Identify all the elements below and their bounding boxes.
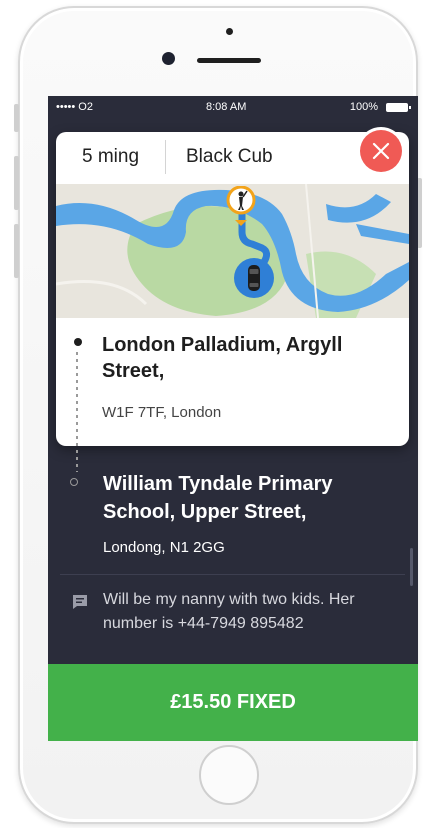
route-connector [76, 352, 78, 472]
volume-up-button [14, 156, 19, 210]
pickup-address: London Palladium, Argyll Street, [102, 334, 343, 382]
message-icon [73, 595, 87, 609]
route-map[interactable] [56, 184, 409, 318]
status-bar: ••••• O2 8:08 AM 100% [48, 96, 418, 118]
car-type-label[interactable]: Black Cub [186, 146, 273, 168]
pickup-dot [74, 338, 82, 346]
battery-percent: 100% [349, 101, 378, 113]
header-divider [165, 140, 166, 174]
destination-postcode: Londong, N1 2GG [103, 539, 225, 556]
pickup-postcode: W1F 7TF, London [102, 404, 222, 421]
destination-dot [70, 478, 78, 486]
battery-icon [386, 103, 411, 112]
eta-label: 5 ming [82, 146, 140, 167]
earpiece-speaker [197, 58, 261, 63]
close-icon [372, 142, 390, 160]
passenger-pin-icon [226, 186, 256, 226]
home-button[interactable] [199, 745, 259, 805]
close-button[interactable] [360, 130, 402, 172]
card-header: 5 ming Black Cub [56, 132, 409, 184]
trip-card: 5 ming Black Cub London Palladium, Argyl… [56, 132, 409, 446]
fixed-price-button[interactable]: £15.50 FIXED [48, 664, 418, 741]
front-camera [162, 52, 175, 65]
scrollbar[interactable] [410, 548, 413, 586]
phone-screen: ••••• O2 8:08 AM 100% 5 ming Black Cub L… [48, 96, 418, 741]
section-divider [60, 574, 405, 575]
destination-address: William Tyndale Primary School, Upper St… [103, 473, 333, 523]
sensor-dot [226, 28, 233, 35]
volume-down-button [14, 224, 19, 278]
mute-switch [14, 104, 19, 132]
clock: 8:08 AM [206, 101, 247, 113]
driver-note: Will be my nanny with two kids. Her numb… [103, 591, 355, 632]
carrier-label: ••••• O2 [56, 101, 93, 113]
car-icon [234, 258, 274, 298]
